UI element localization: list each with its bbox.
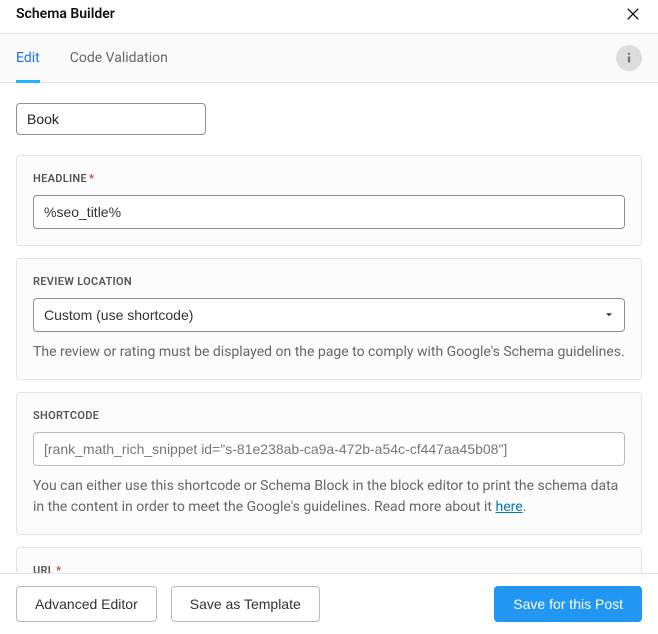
- required-marker: *: [89, 172, 94, 185]
- field-shortcode: Shortcode You can either use this shortc…: [16, 392, 642, 535]
- schema-type-input[interactable]: [16, 103, 206, 135]
- footer: Advanced Editor Save as Template Save fo…: [0, 573, 658, 634]
- shortcode-help: You can either use this shortcode or Sch…: [33, 476, 625, 518]
- shortcode-label: Shortcode: [33, 409, 625, 422]
- save-template-button[interactable]: Save as Template: [171, 586, 320, 622]
- tabs: Edit Code Validation: [0, 33, 658, 83]
- content-area: Headline* Review Location Custom (use sh…: [0, 83, 658, 583]
- headline-input[interactable]: [33, 195, 625, 229]
- review-location-select[interactable]: Custom (use shortcode): [33, 298, 625, 332]
- shortcode-help-prefix: You can either use this shortcode or Sch…: [33, 478, 618, 515]
- field-headline: Headline*: [16, 155, 642, 246]
- shortcode-help-link[interactable]: here: [496, 499, 523, 515]
- tab-edit[interactable]: Edit: [16, 34, 40, 82]
- review-location-label: Review Location: [33, 275, 625, 288]
- modal-header: Schema Builder: [0, 0, 658, 33]
- tab-code-validation[interactable]: Code Validation: [70, 34, 168, 82]
- info-icon[interactable]: [616, 45, 642, 71]
- close-icon[interactable]: [624, 5, 642, 23]
- shortcode-input[interactable]: [33, 432, 625, 466]
- headline-label: Headline*: [33, 172, 625, 185]
- advanced-editor-button[interactable]: Advanced Editor: [16, 586, 157, 622]
- save-post-button[interactable]: Save for this Post: [494, 586, 642, 622]
- review-location-help: The review or rating must be displayed o…: [33, 342, 625, 363]
- modal-title: Schema Builder: [16, 6, 115, 22]
- field-review-location: Review Location Custom (use shortcode) T…: [16, 258, 642, 380]
- shortcode-help-suffix: .: [523, 499, 527, 515]
- headline-label-text: Headline: [33, 172, 87, 185]
